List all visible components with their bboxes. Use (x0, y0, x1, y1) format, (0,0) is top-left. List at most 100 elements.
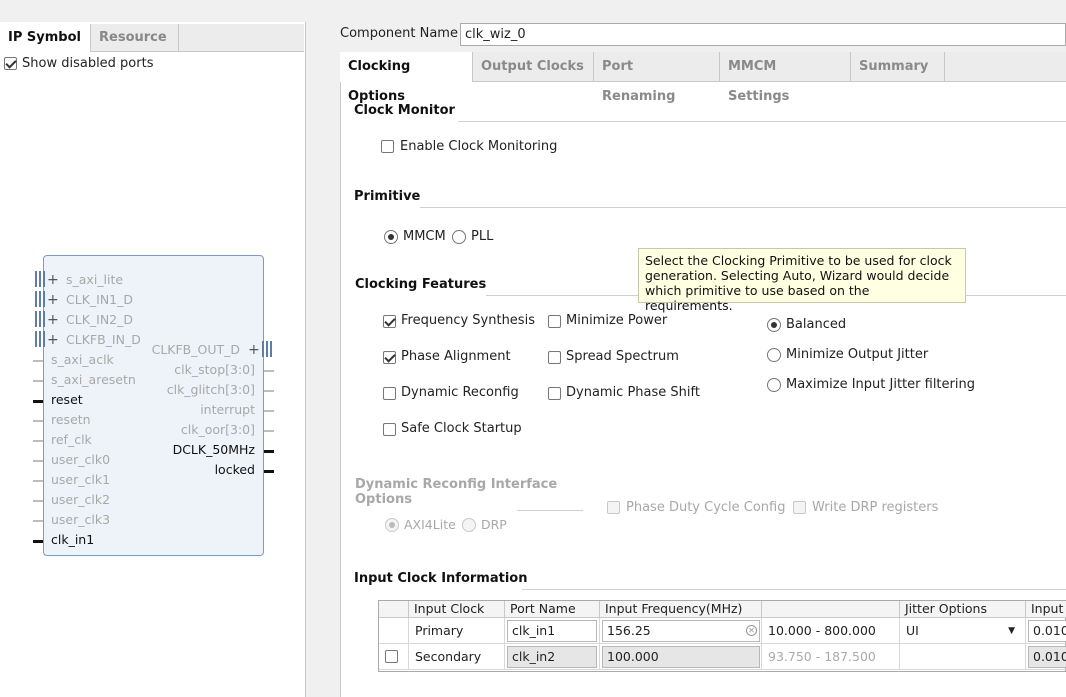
port-wire-interrupt[interactable] (264, 410, 274, 412)
port-ref-clk: ref_clk (51, 432, 92, 447)
port-wire-user-clk3[interactable] (33, 520, 43, 522)
frequency-synthesis-checkbox[interactable] (383, 315, 396, 328)
safe-clock-startup-checkbox[interactable] (383, 423, 396, 436)
axi4lite-radio[interactable] (385, 518, 399, 532)
minimize-power-checkbox[interactable] (548, 315, 561, 328)
table-cell: 156.25 ✕ (600, 618, 762, 644)
port-bus-clk-in1-d[interactable] (35, 291, 45, 307)
dynamic-phase-shift-label: Dynamic Phase Shift (566, 385, 700, 400)
dynamic-reconfig-label: Dynamic Reconfig (401, 385, 519, 400)
port-wire-resetn[interactable] (33, 420, 43, 422)
table-header[interactable]: Jitter Options (900, 601, 1026, 618)
port-dclk-50mhz: DCLK_50MHz (172, 442, 255, 457)
dynamic-reconfig-checkbox[interactable] (383, 387, 396, 400)
port-clk-in1-d: CLK_IN1_D (66, 292, 134, 307)
write-drp-checkbox[interactable] (793, 501, 806, 514)
show-disabled-ports-checkbox[interactable] (4, 57, 17, 70)
port-user-clk0: user_clk0 (51, 452, 111, 467)
divider (522, 589, 1066, 590)
port-user-clk3: user_clk3 (51, 512, 111, 527)
expand-icon[interactable]: + (47, 293, 59, 307)
port-wire-clk-oor-3-0[interactable] (264, 430, 274, 432)
port-wire-locked[interactable] (264, 470, 274, 473)
tab-summary[interactable]: Summary (851, 52, 945, 82)
config-tab-bar: Clocking Options Output Clocks Port Rena… (340, 52, 1066, 104)
divider (458, 121, 1066, 122)
tab-output-clocks[interactable]: Output Clocks (473, 52, 594, 82)
port-wire-s-axi-aresetn[interactable] (33, 380, 43, 382)
tooltip-line: Select the Clocking Primitive to be used… (645, 253, 952, 268)
minimize-output-jitter-radio[interactable] (767, 348, 781, 362)
tab-port-renaming[interactable]: Port Renaming (594, 52, 720, 104)
tooltip-line: generation. Selecting Auto, Wizard would… (645, 268, 950, 283)
port-wire-user-clk2[interactable] (33, 500, 43, 502)
tab-ip-symbol[interactable]: IP Symbol (0, 24, 91, 52)
table-cell: 0.010 (1026, 618, 1066, 644)
port-user-clk2: user_clk2 (51, 492, 111, 507)
expand-icon[interactable]: + (47, 313, 59, 327)
port-clk-stop-3-0: clk_stop[3:0] (174, 362, 255, 377)
port-bus-clkfb-out-d[interactable] (262, 341, 272, 357)
primary-port-input[interactable]: clk_in1 (507, 620, 597, 642)
port-wire-reset[interactable] (33, 400, 43, 403)
balanced-radio[interactable] (767, 318, 781, 332)
primary-input-jitter-field[interactable]: 0.010 (1028, 620, 1066, 642)
table-header[interactable]: Input (1026, 601, 1066, 618)
divider (420, 207, 1066, 208)
table-cell: clk_in1 (505, 618, 600, 644)
port-wire-clk-stop-3-0[interactable] (264, 370, 274, 372)
secondary-jitter-select[interactable] (900, 644, 1026, 670)
tab-clocking-options[interactable]: Clocking Options (340, 52, 473, 104)
clocking-features-title: Clocking Features (355, 277, 487, 292)
mmcm-radio[interactable] (384, 230, 398, 244)
expand-icon[interactable]: + (47, 333, 59, 347)
table-header[interactable]: Port Name (505, 601, 600, 618)
port-bus-s-axi-lite[interactable] (35, 271, 45, 287)
phase-duty-cycle-checkbox[interactable] (607, 501, 620, 514)
primary-jitter-select[interactable]: UI ▼ (900, 618, 1026, 644)
spread-spectrum-checkbox[interactable] (548, 351, 561, 364)
frequency-synthesis-label: Frequency Synthesis (401, 313, 535, 328)
spread-spectrum-label: Spread Spectrum (566, 349, 679, 364)
primitive-tooltip: Select the Clocking Primitive to be used… (638, 248, 966, 313)
port-wire-clk-in1[interactable] (33, 540, 43, 543)
port-clkfb-in-d: CLKFB_IN_D (66, 332, 141, 347)
table-header[interactable]: Input Clock (409, 601, 505, 618)
phase-alignment-checkbox[interactable] (383, 351, 396, 364)
enable-clock-monitoring-checkbox[interactable] (381, 140, 394, 153)
port-resetn: resetn (51, 412, 91, 427)
port-bus-clk-in2-d[interactable] (35, 311, 45, 327)
secondary-freq-input[interactable]: 100.000 (602, 646, 760, 668)
tab-mmcm-settings[interactable]: MMCM Settings (720, 52, 851, 104)
pll-radio[interactable] (452, 230, 466, 244)
table-header[interactable]: Input Frequency(MHz) (600, 601, 762, 618)
port-s-axi-aclk: s_axi_aclk (51, 352, 114, 367)
input-clock-table: Input Clock Port Name Input Frequency(MH… (378, 600, 1066, 672)
drp-radio[interactable] (462, 518, 476, 532)
clear-icon[interactable]: ✕ (746, 625, 757, 636)
port-wire-clk-glitch-3-0[interactable] (264, 390, 274, 392)
port-wire-dclk-50mhz[interactable] (264, 450, 274, 453)
port-wire-user-clk0[interactable] (33, 460, 43, 462)
port-bus-clkfb-in-d[interactable] (35, 331, 45, 347)
expand-icon[interactable]: + (47, 273, 59, 287)
primary-freq-input[interactable]: 156.25 (602, 620, 760, 642)
tab-resource[interactable]: Resource (91, 24, 179, 52)
dynamic-phase-shift-checkbox[interactable] (548, 387, 561, 400)
component-name-input[interactable]: clk_wiz_0 (460, 23, 1066, 46)
port-wire-user-clk1[interactable] (33, 480, 43, 482)
clock-monitor-title: Clock Monitor (354, 103, 455, 118)
maximize-input-jitter-radio[interactable] (767, 378, 781, 392)
port-wire-s-axi-aclk[interactable] (33, 360, 43, 362)
balanced-label: Balanced (786, 317, 847, 332)
secondary-input-jitter-field[interactable]: 0.010 (1028, 646, 1066, 668)
pll-label: PLL (471, 229, 494, 244)
enable-clock-monitoring-label: Enable Clock Monitoring (400, 139, 558, 154)
expand-icon[interactable]: + (248, 343, 260, 357)
port-wire-ref-clk[interactable] (33, 440, 43, 442)
port-reset: reset (51, 392, 83, 407)
table-header[interactable] (762, 601, 900, 618)
secondary-enable-checkbox[interactable] (385, 650, 398, 663)
port-s-axi-lite: s_axi_lite (66, 272, 124, 287)
secondary-port-input[interactable]: clk_in2 (507, 646, 597, 668)
